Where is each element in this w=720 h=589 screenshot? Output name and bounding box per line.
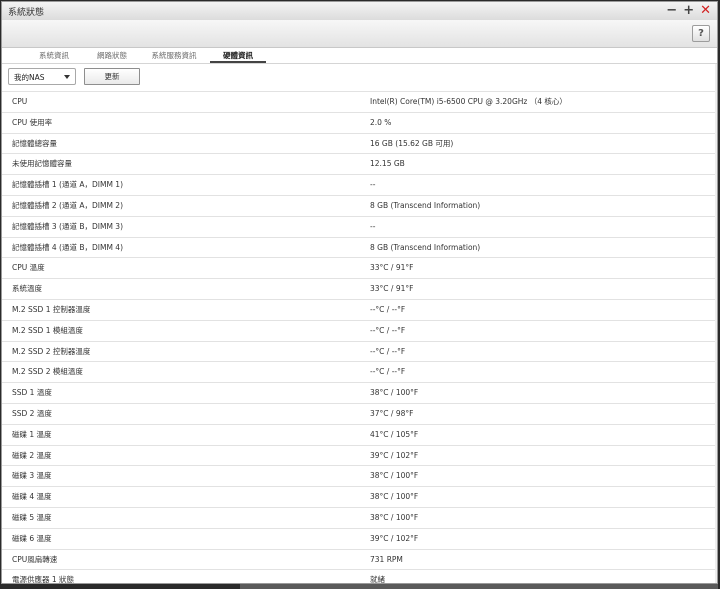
row-label: CPU風扇轉速 (12, 554, 58, 564)
row-label: 電源供應器 1 狀態 (12, 575, 75, 584)
row-value: 就緒 (370, 575, 385, 584)
row-label: M.2 SSD 1 模組溫度 (12, 325, 83, 335)
row-value: 8 GB (Transcend Information) (370, 242, 481, 252)
row-label: 記憶體插槽 2 (通道 A，DIMM 2) (12, 200, 123, 210)
row-label: 系統溫度 (12, 284, 42, 294)
nas-select-value: 我的NAS (14, 73, 45, 82)
row-label: 磁碟 3 溫度 (12, 471, 52, 481)
table-row: SSD 1 溫度 38°C / 100°F (2, 382, 717, 403)
row-label: 未使用記憶體容量 (12, 159, 72, 169)
row-label: M.2 SSD 2 模組溫度 (12, 367, 83, 377)
row-value: 38°C / 100°F (370, 492, 419, 502)
row-value: 2.0 % (370, 117, 392, 127)
table-row: M.2 SSD 1 模組溫度 --°C / --°F (2, 319, 717, 341)
table-row: 記憶體總容量 16 GB (15.62 GB 可用) (2, 132, 717, 154)
row-value: 33°C / 91°F (370, 263, 414, 273)
scrollbar[interactable] (715, 64, 717, 583)
table-row: M.2 SSD 2 模組溫度 --°C / --°F (2, 361, 717, 382)
row-label: 磁碟 1 溫度 (12, 429, 52, 439)
row-label: 記憶體插槽 1 (通道 A，DIMM 1) (12, 180, 123, 190)
table-row: 記憶體插槽 4 (通道 B，DIMM 4) 8 GB (Transcend Inf… (2, 236, 717, 258)
table-row: 記憶體插槽 1 (通道 A，DIMM 1) -- (2, 174, 717, 195)
row-label: SSD 2 溫度 (12, 408, 52, 418)
row-label: M.2 SSD 1 控制器溫度 (12, 304, 91, 314)
table-row: 未使用記憶體容量 12.15 GB (2, 153, 717, 174)
row-label: 磁碟 5 溫度 (12, 512, 52, 522)
row-value: --°C / --°F (370, 325, 406, 335)
table-row: M.2 SSD 1 控制器溫度 --°C / --°F (2, 298, 717, 320)
row-label: 磁碟 4 溫度 (12, 492, 52, 502)
row-label: 記憶體總容量 (12, 138, 57, 148)
row-value: 731 RPM (370, 554, 403, 564)
row-value: 12.15 GB (370, 159, 405, 169)
tab-system-info[interactable]: 系統資訊 (26, 48, 82, 63)
table-row: 系統溫度 33°C / 91°F (2, 278, 717, 299)
table-row: M.2 SSD 2 控制器溫度 --°C / --°F (2, 340, 717, 362)
help-button[interactable]: ? (692, 25, 710, 42)
table-row: 記憶體插槽 2 (通道 A，DIMM 2) 8 GB (Transcend Inf… (2, 194, 717, 216)
row-label: CPU (12, 97, 28, 106)
hardware-info-table: CPU Intel(R) Core(TM) i5-6500 CPU @ 3.20G… (2, 91, 717, 584)
close-icon[interactable]: ✕ (700, 3, 711, 18)
table-row: 磁碟 1 溫度 41°C / 105°F (2, 423, 717, 445)
window-controls: − + ✕ (666, 3, 711, 18)
table-row: 磁碟 3 溫度 38°C / 100°F (2, 465, 717, 486)
table-row: CPU 使用率 2.0 % (2, 111, 717, 133)
row-value: 16 GB (15.62 GB 可用) (370, 138, 454, 148)
row-label: CPU 溫度 (12, 263, 45, 273)
row-value: 8 GB (Transcend Information) (370, 200, 481, 210)
row-label: SSD 1 溫度 (12, 388, 52, 398)
tab-bar: 系統資訊 網路狀態 系統服務資訊 硬體資訊 (2, 48, 717, 64)
table-row: 磁碟 2 溫度 39°C / 102°F (2, 444, 717, 466)
row-value: Intel(R) Core(TM) i5-6500 CPU @ 3.20GHz … (370, 97, 567, 106)
row-value: 38°C / 100°F (370, 388, 419, 398)
row-value: 39°C / 102°F (370, 533, 419, 543)
table-row: 磁碟 5 溫度 38°C / 100°F (2, 506, 717, 528)
table-row: 記憶體插槽 3 (通道 B，DIMM 3) -- (2, 215, 717, 237)
tab-hardware-info[interactable]: 硬體資訊 (210, 48, 266, 63)
system-status-window: 系統狀態 − + ✕ ? 系統資訊 網路狀態 系統服務資訊 硬體資訊 我的NAS… (1, 1, 718, 584)
maximize-icon[interactable]: + (683, 3, 694, 18)
nas-select[interactable]: 我的NAS (8, 68, 76, 85)
toolbar: ? (2, 20, 717, 48)
row-value: --°C / --°F (370, 367, 406, 377)
row-label: 記憶體插槽 4 (通道 B，DIMM 4) (12, 242, 124, 252)
refresh-button[interactable]: 更新 (84, 68, 140, 85)
controls-bar: 我的NAS 更新 (8, 68, 408, 87)
background-strip (240, 584, 718, 589)
table-row: CPU風扇轉速 731 RPM (2, 548, 717, 570)
tab-system-services[interactable]: 系統服務資訊 (142, 48, 206, 63)
window-title: 系統狀態 (8, 8, 45, 18)
row-value: -- (370, 180, 376, 190)
row-label: CPU 使用率 (12, 117, 53, 127)
table-row: CPU 溫度 33°C / 91°F (2, 257, 717, 278)
table-row: 磁碟 6 溫度 39°C / 102°F (2, 527, 717, 549)
chevron-down-icon (64, 75, 70, 79)
row-value: 38°C / 100°F (370, 471, 419, 481)
table-row: SSD 2 溫度 37°C / 98°F (2, 402, 717, 424)
table-row: 電源供應器 1 狀態 就緒 (2, 569, 717, 584)
tab-network-status[interactable]: 網路狀態 (84, 48, 140, 63)
table-row: 磁碟 4 溫度 38°C / 100°F (2, 486, 717, 507)
minimize-icon[interactable]: − (666, 3, 677, 18)
row-value: 41°C / 105°F (370, 429, 419, 439)
table-row: CPU Intel(R) Core(TM) i5-6500 CPU @ 3.20G… (2, 91, 717, 112)
row-label: M.2 SSD 2 控制器溫度 (12, 346, 91, 356)
row-value: --°C / --°F (370, 304, 406, 314)
row-label: 磁碟 2 溫度 (12, 450, 52, 460)
title-bar[interactable]: 系統狀態 − + ✕ (2, 2, 717, 21)
row-value: 38°C / 100°F (370, 512, 419, 522)
row-label: 記憶體插槽 3 (通道 B，DIMM 3) (12, 221, 124, 231)
row-value: 37°C / 98°F (370, 408, 414, 418)
row-value: -- (370, 221, 376, 231)
row-value: --°C / --°F (370, 346, 406, 356)
row-value: 33°C / 91°F (370, 284, 414, 294)
row-value: 39°C / 102°F (370, 450, 419, 460)
row-label: 磁碟 6 溫度 (12, 533, 52, 543)
